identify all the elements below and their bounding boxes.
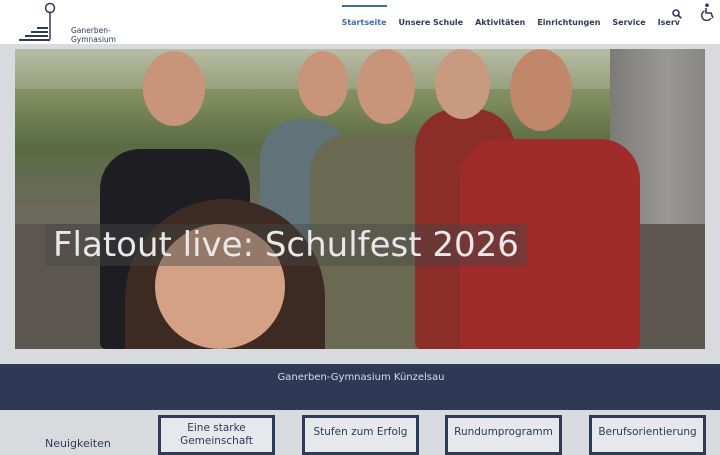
tile-gemeinschaft[interactable]: Eine starke Gemeinschaft [158, 415, 275, 455]
nav-item-service[interactable]: Service [612, 18, 645, 28]
person-head [298, 51, 348, 116]
site-header: Ganerben- Gymnasium Startseite Unsere Sc… [0, 0, 720, 44]
search-icon[interactable] [672, 9, 682, 19]
main-nav: Startseite Unsere Schule Aktivitäten Ein… [341, 0, 680, 28]
nav-item-einrichtungen[interactable]: Einrichtungen [537, 18, 600, 28]
tile-rundumprogramm[interactable]: Rundumprogramm [445, 415, 562, 455]
logo-line2: Gymnasium [71, 35, 116, 44]
person-head [435, 49, 490, 119]
nav-item-startseite[interactable]: Startseite [341, 5, 387, 28]
school-logo[interactable]: Ganerben- Gymnasium [16, 2, 116, 44]
hero-banner[interactable]: Flatout live: Schulfest 2026 [15, 49, 705, 349]
person-head [357, 49, 415, 124]
nav-item-iserv[interactable]: Iserv [658, 18, 680, 28]
news-label[interactable]: Neuigkeiten [45, 437, 111, 450]
person-head [143, 51, 205, 126]
tile-berufsorientierung[interactable]: Berufsorientierung [589, 415, 706, 455]
school-name-text: Ganerben-Gymnasium Künzelsau [277, 372, 445, 383]
tile-label: Berufsorientierung [598, 426, 697, 438]
tile-label: Stufen zum Erfolg [313, 426, 408, 438]
tile-stufen[interactable]: Stufen zum Erfolg [302, 415, 419, 455]
logo-text: Ganerben- Gymnasium [71, 26, 116, 44]
school-name-band [0, 364, 720, 410]
hero-title[interactable]: Flatout live: Schulfest 2026 [53, 224, 519, 266]
logo-line1: Ganerben- [71, 26, 111, 35]
nav-item-aktivitaeten[interactable]: Aktivitäten [475, 18, 525, 28]
person-head [510, 49, 572, 131]
tile-label: Rundumprogramm [454, 426, 553, 438]
accessibility-icon[interactable] [700, 3, 716, 21]
hero-title-box: Flatout live: Schulfest 2026 [45, 224, 527, 266]
nav-item-unsere-schule[interactable]: Unsere Schule [399, 18, 464, 28]
tile-label: Eine starke Gemeinschaft [180, 422, 253, 447]
